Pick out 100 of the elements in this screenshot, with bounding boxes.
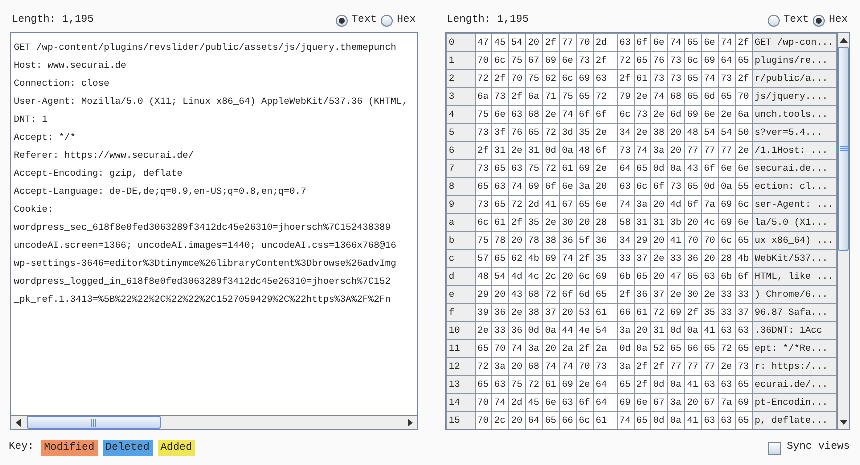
hex-cell[interactable]: 73 bbox=[668, 70, 685, 88]
hex-cell[interactable]: 2f bbox=[576, 250, 594, 268]
hex-cell[interactable]: 43 bbox=[508, 286, 526, 304]
ascii-cell[interactable]: ection: cl... bbox=[752, 178, 836, 196]
hex-cell[interactable]: 72 bbox=[542, 160, 560, 178]
hex-cell[interactable]: 2e bbox=[593, 160, 618, 178]
hex-cell[interactable]: 54 bbox=[718, 124, 736, 142]
hex-cell[interactable]: 75 bbox=[508, 52, 526, 70]
hex-cell[interactable]: 3a bbox=[634, 196, 651, 214]
hex-cell[interactable]: 20 bbox=[542, 340, 560, 358]
hex-cell[interactable]: 65 bbox=[475, 340, 492, 358]
hex-cell[interactable]: 72 bbox=[475, 70, 492, 88]
hex-cell[interactable]: 0d bbox=[542, 142, 560, 160]
hex-cell[interactable]: 57 bbox=[475, 250, 492, 268]
hex-cell[interactable]: 28 bbox=[593, 214, 618, 232]
hex-cell[interactable]: 41 bbox=[668, 232, 685, 250]
hex-cell[interactable]: 39 bbox=[475, 304, 492, 322]
hex-cell[interactable]: 6e bbox=[735, 160, 752, 178]
ascii-cell[interactable]: la/5.0 (X1... bbox=[752, 214, 836, 232]
hex-cell[interactable]: 6c bbox=[684, 52, 702, 70]
hex-cell[interactable]: 75 bbox=[475, 106, 492, 124]
hex-cell[interactable]: 70 bbox=[576, 358, 594, 376]
hex-cell[interactable]: 6d bbox=[576, 286, 594, 304]
hex-cell[interactable]: 70 bbox=[492, 340, 509, 358]
ascii-cell[interactable]: ecurai.de/... bbox=[752, 376, 836, 394]
hex-cell[interactable]: 70 bbox=[684, 232, 702, 250]
hex-cell[interactable]: 68 bbox=[526, 358, 543, 376]
hex-cell[interactable]: 6c bbox=[560, 70, 576, 88]
hex-cell[interactable]: 2f bbox=[735, 34, 752, 52]
hex-cell[interactable]: 6f bbox=[702, 160, 719, 178]
hex-cell[interactable]: 4e bbox=[576, 322, 594, 340]
hex-cell[interactable]: 73 bbox=[576, 52, 594, 70]
hex-cell[interactable]: 36 bbox=[634, 286, 651, 304]
hex-cell[interactable]: 74 bbox=[634, 142, 651, 160]
hex-cell[interactable]: 36 bbox=[593, 232, 618, 250]
hex-cell[interactable]: 2f bbox=[617, 70, 634, 88]
hex-cell[interactable]: 74 bbox=[492, 394, 509, 412]
hex-cell[interactable]: 28 bbox=[718, 250, 736, 268]
hex-cell[interactable]: 6e bbox=[650, 34, 668, 52]
hex-cell[interactable]: 72 bbox=[526, 376, 543, 394]
ascii-cell[interactable]: /1.1Host: ... bbox=[752, 142, 836, 160]
hex-cell[interactable]: 0d bbox=[526, 322, 543, 340]
hex-cell[interactable]: 69 bbox=[718, 196, 736, 214]
hex-cell[interactable]: 20 bbox=[560, 304, 576, 322]
hex-cell[interactable]: 62 bbox=[508, 250, 526, 268]
hex-cell[interactable]: 72 bbox=[508, 196, 526, 214]
hex-cell[interactable]: 65 bbox=[526, 124, 543, 142]
hex-cell[interactable]: 7a bbox=[702, 196, 719, 214]
hex-cell[interactable]: 75 bbox=[526, 70, 543, 88]
hex-cell[interactable]: 73 bbox=[650, 70, 668, 88]
hex-cell[interactable]: 33 bbox=[718, 286, 736, 304]
ascii-cell[interactable]: securai.de... bbox=[752, 160, 836, 178]
hex-cell[interactable]: 69 bbox=[576, 70, 594, 88]
hex-cell[interactable]: 41 bbox=[542, 196, 560, 214]
hex-cell[interactable]: 75 bbox=[560, 88, 576, 106]
hex-cell[interactable]: 0a bbox=[684, 322, 702, 340]
hex-cell[interactable]: 71 bbox=[542, 88, 560, 106]
hex-cell[interactable]: 36 bbox=[492, 304, 509, 322]
hex-cell[interactable]: 37 bbox=[735, 304, 752, 322]
hex-cell[interactable]: 37 bbox=[650, 286, 668, 304]
hex-cell[interactable]: 36 bbox=[560, 232, 576, 250]
hex-cell[interactable]: 55 bbox=[735, 178, 752, 196]
hex-cell[interactable]: 61 bbox=[593, 304, 618, 322]
hex-cell[interactable]: 65 bbox=[492, 196, 509, 214]
hex-cell[interactable]: 73 bbox=[593, 358, 618, 376]
hex-cell[interactable]: 69 bbox=[617, 394, 634, 412]
hex-cell[interactable]: 2a bbox=[593, 340, 618, 358]
hex-cell[interactable]: 74 bbox=[650, 88, 668, 106]
hex-cell[interactable]: 2d bbox=[526, 196, 543, 214]
hex-cell[interactable]: 6e bbox=[735, 214, 752, 232]
hex-cell[interactable]: 72 bbox=[475, 358, 492, 376]
hex-cell[interactable]: 65 bbox=[492, 160, 509, 178]
hex-cell[interactable]: 29 bbox=[475, 286, 492, 304]
hex-cell[interactable]: 0a bbox=[668, 160, 685, 178]
hex-cell[interactable]: 6b bbox=[617, 268, 634, 286]
hex-cell[interactable]: 65 bbox=[617, 376, 634, 394]
hex-cell[interactable]: 41 bbox=[684, 412, 702, 429]
hex-cell[interactable]: 2e bbox=[508, 304, 526, 322]
hex-cell[interactable]: 6f bbox=[576, 106, 594, 124]
hex-cell[interactable]: 20 bbox=[593, 178, 618, 196]
hex-cell[interactable]: 4b bbox=[735, 250, 752, 268]
ascii-cell[interactable]: pt-Encodin... bbox=[752, 394, 836, 412]
hex-cell[interactable]: 2e bbox=[650, 106, 668, 124]
hex-cell[interactable]: 3a bbox=[526, 340, 543, 358]
hex-cell[interactable]: 41 bbox=[702, 322, 719, 340]
hex-cell[interactable]: 38 bbox=[526, 304, 543, 322]
hex-cell[interactable]: 52 bbox=[650, 340, 668, 358]
hex-cell[interactable]: 65 bbox=[492, 250, 509, 268]
hex-cell[interactable]: 67 bbox=[650, 394, 668, 412]
hex-cell[interactable]: 6e bbox=[718, 160, 736, 178]
ascii-cell[interactable]: r: https:/... bbox=[752, 358, 836, 376]
hex-cell[interactable]: 77 bbox=[668, 358, 685, 376]
hex-cell[interactable]: 4d bbox=[508, 268, 526, 286]
hex-cell[interactable]: 79 bbox=[617, 88, 634, 106]
hex-cell[interactable]: 6c bbox=[576, 268, 594, 286]
hex-cell[interactable]: 6e bbox=[560, 178, 576, 196]
hex-cell[interactable]: 63 bbox=[508, 160, 526, 178]
hex-cell[interactable]: 0d bbox=[650, 160, 668, 178]
hex-cell[interactable]: 0a bbox=[718, 178, 736, 196]
hex-cell[interactable]: 0a bbox=[668, 376, 685, 394]
